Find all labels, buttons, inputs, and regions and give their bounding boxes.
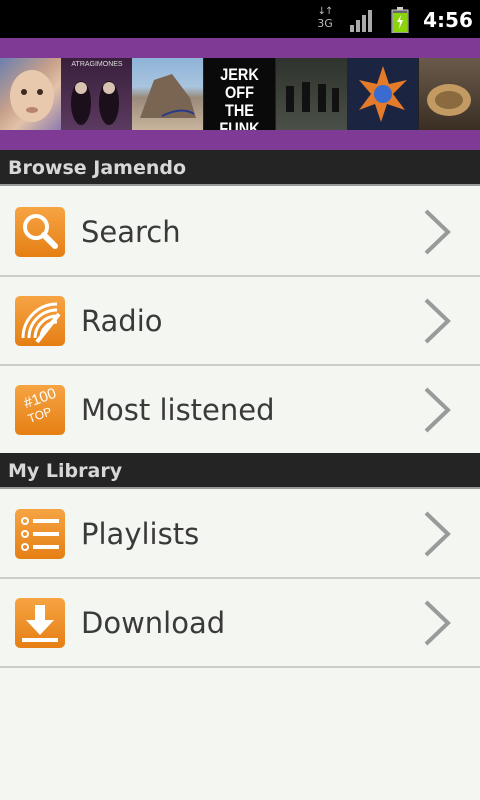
top100-icon: #100 TOP <box>15 385 65 435</box>
album-art-rock <box>140 74 196 118</box>
radio-icon <box>15 296 65 346</box>
clock: 4:56 <box>423 8 473 32</box>
status-bar: ↓↑ 3G 4:56 <box>0 0 480 38</box>
album-banner: ATRAGIMONES JERK OFF THE FUNK <box>0 38 480 150</box>
list-item-download[interactable]: Download <box>0 579 480 668</box>
album-cover[interactable]: ATRAGIMONES <box>61 58 132 130</box>
battery-icon <box>391 7 409 33</box>
section-header-library: My Library <box>0 453 480 489</box>
list-item-label: Playlists <box>81 517 200 551</box>
list-item-label: Most listened <box>81 393 275 427</box>
list-item-playlists[interactable]: Playlists <box>0 490 480 579</box>
album-art-star <box>359 66 407 122</box>
album-cover[interactable] <box>132 58 203 130</box>
network-type-label: 3G <box>317 17 333 30</box>
list-item-most-listened[interactable]: #100 TOP Most listened <box>0 366 480 455</box>
list-item-label: Search <box>81 215 181 249</box>
search-icon <box>15 207 65 257</box>
album-art-band <box>71 81 119 125</box>
album-art-band <box>286 82 339 112</box>
list-item-label: Download <box>81 606 226 640</box>
network-indicator: ↓↑ 3G <box>315 6 335 34</box>
album-cover[interactable]: JERK OFF THE FUNK <box>204 58 275 130</box>
section-header-browse: Browse Jamendo <box>0 150 480 186</box>
album-cover[interactable] <box>276 58 347 130</box>
list-item-label: Radio <box>81 304 163 338</box>
album-title: ATRAGIMONES <box>71 61 123 68</box>
list-item-radio[interactable]: Radio <box>0 277 480 366</box>
album-art-shell <box>427 84 471 116</box>
album-cover[interactable] <box>419 58 480 130</box>
album-title: JERK OFF THE FUNK <box>219 65 260 131</box>
chevron-right-icon <box>424 387 451 433</box>
signal-icon <box>350 10 372 32</box>
list-item-search[interactable]: Search <box>0 188 480 277</box>
album-cover[interactable] <box>347 58 418 130</box>
chevron-right-icon <box>424 511 451 557</box>
chevron-right-icon <box>424 209 451 255</box>
download-icon <box>15 598 65 648</box>
chevron-right-icon <box>424 298 451 344</box>
playlist-icon <box>15 509 65 559</box>
album-cover-strip[interactable]: ATRAGIMONES JERK OFF THE FUNK <box>0 58 480 130</box>
chevron-right-icon <box>424 600 451 646</box>
